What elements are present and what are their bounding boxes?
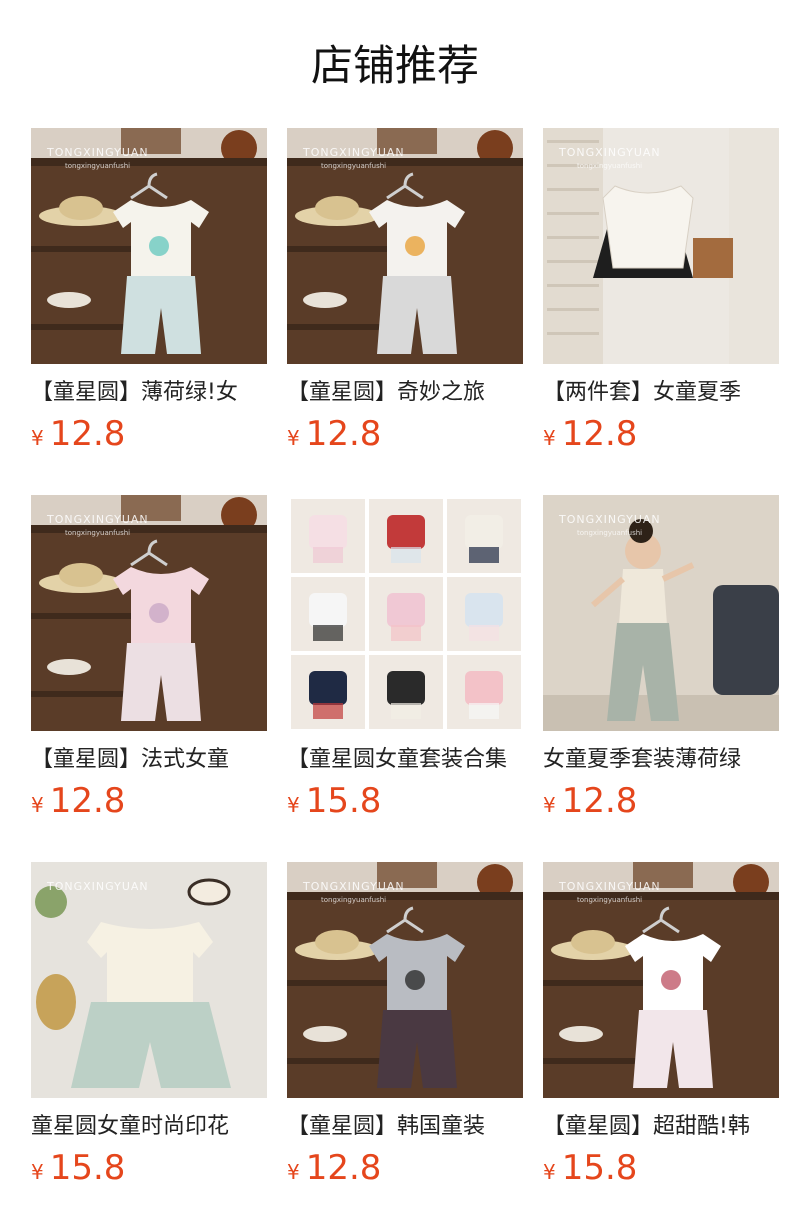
section-title: 店铺推荐	[310, 41, 479, 90]
watermark-text: TONGXINGYUAN	[558, 146, 661, 159]
product-name[interactable]: 【童星圆女童套装合集	[287, 745, 523, 775]
product-price: ¥12.8	[31, 781, 267, 821]
price-value: 12.8	[561, 781, 638, 821]
product-name[interactable]: 【童星圆】韩国童装	[287, 1112, 523, 1142]
price-value: 12.8	[49, 414, 126, 454]
watermark-text: TONGXINGYUAN	[558, 880, 661, 893]
product-photo: TONGXINGYUAN tongxingyuanfushi	[543, 862, 779, 1098]
product-image[interactable]: TONGXINGYUAN tongxingyuanfushi	[543, 128, 779, 364]
product-card[interactable]: 【童星圆女童套装合集 ¥15.8	[287, 495, 523, 821]
product-card[interactable]: TONGXINGYUAN tongxingyuanfushi 女童夏季套装薄荷绿 …	[543, 495, 779, 821]
product-photo: TONGXINGYUAN tongxingyuanfushi	[31, 495, 267, 731]
watermark-text: TONGXINGYUAN	[558, 513, 661, 526]
product-price: ¥12.8	[543, 414, 779, 454]
product-card[interactable]: TONGXINGYUAN tongxingyuanfushi 【童星圆】薄荷绿!女…	[31, 128, 267, 454]
product-name[interactable]: 女童夏季套装薄荷绿	[543, 745, 779, 775]
watermark-subtext: tongxingyuanfushi	[577, 529, 642, 537]
product-name[interactable]: 【两件套】女童夏季	[543, 378, 779, 408]
product-image[interactable]: TONGXINGYUAN	[31, 862, 267, 1098]
product-photo: TONGXINGYUAN tongxingyuanfushi	[287, 128, 523, 364]
product-price: ¥15.8	[287, 781, 523, 821]
product-card[interactable]: TONGXINGYUAN tongxingyuanfushi 【童星圆】超甜酷!韩…	[543, 862, 779, 1188]
product-card[interactable]: TONGXINGYUAN 童星圆女童时尚印花 ¥15.8	[31, 862, 267, 1188]
watermark-text: TONGXINGYUAN	[302, 146, 405, 159]
currency-symbol: ¥	[287, 426, 300, 450]
watermark-text: TONGXINGYUAN	[46, 146, 149, 159]
currency-symbol: ¥	[543, 793, 556, 817]
currency-symbol: ¥	[543, 426, 556, 450]
watermark-subtext: tongxingyuanfushi	[577, 162, 642, 170]
product-card[interactable]: TONGXINGYUAN tongxingyuanfushi 【童星圆】法式女童 …	[31, 495, 267, 821]
product-image[interactable]: TONGXINGYUAN tongxingyuanfushi	[287, 128, 523, 364]
product-photo: TONGXINGYUAN	[31, 862, 267, 1098]
product-photo: TONGXINGYUAN tongxingyuanfushi	[543, 128, 779, 364]
product-card[interactable]: TONGXINGYUAN tongxingyuanfushi 【两件套】女童夏季 …	[543, 128, 779, 454]
price-value: 15.8	[49, 1148, 126, 1188]
price-value: 15.8	[305, 781, 382, 821]
watermark-text: TONGXINGYUAN	[46, 513, 149, 526]
product-card[interactable]: TONGXINGYUAN tongxingyuanfushi 【童星圆】韩国童装 …	[287, 862, 523, 1188]
price-value: 15.8	[561, 1148, 638, 1188]
product-name[interactable]: 【童星圆】超甜酷!韩	[543, 1112, 779, 1142]
currency-symbol: ¥	[31, 1160, 44, 1184]
currency-symbol: ¥	[31, 793, 44, 817]
watermark-subtext: tongxingyuanfushi	[321, 162, 386, 170]
price-value: 12.8	[49, 781, 126, 821]
product-image[interactable]: TONGXINGYUAN tongxingyuanfushi	[543, 495, 779, 731]
product-price: ¥15.8	[543, 1148, 779, 1188]
product-name[interactable]: 童星圆女童时尚印花	[31, 1112, 267, 1142]
watermark-subtext: tongxingyuanfushi	[577, 896, 642, 904]
product-card[interactable]: TONGXINGYUAN tongxingyuanfushi 【童星圆】奇妙之旅 …	[287, 128, 523, 454]
product-name[interactable]: 【童星圆】法式女童	[31, 745, 267, 775]
watermark-text: TONGXINGYUAN	[302, 880, 405, 893]
watermark-text: TONGXINGYUAN	[46, 880, 149, 893]
product-image[interactable]: TONGXINGYUAN tongxingyuanfushi	[31, 128, 267, 364]
product-price: ¥12.8	[31, 414, 267, 454]
product-photo: TONGXINGYUAN tongxingyuanfushi	[31, 128, 267, 364]
watermark-subtext: tongxingyuanfushi	[321, 896, 386, 904]
product-image[interactable]: TONGXINGYUAN tongxingyuanfushi	[543, 862, 779, 1098]
product-image[interactable]: TONGXINGYUAN tongxingyuanfushi	[287, 862, 523, 1098]
product-photo: TONGXINGYUAN tongxingyuanfushi	[287, 862, 523, 1098]
product-image[interactable]: TONGXINGYUAN tongxingyuanfushi	[31, 495, 267, 731]
watermark-subtext: tongxingyuanfushi	[65, 162, 130, 170]
product-name[interactable]: 【童星圆】奇妙之旅	[287, 378, 523, 408]
price-value: 12.8	[305, 414, 382, 454]
price-value: 12.8	[561, 414, 638, 454]
product-photo: TONGXINGYUAN tongxingyuanfushi	[543, 495, 779, 731]
product-image[interactable]	[287, 495, 523, 731]
product-price: ¥12.8	[543, 781, 779, 821]
product-name[interactable]: 【童星圆】薄荷绿!女	[31, 378, 267, 408]
product-price: ¥12.8	[287, 1148, 523, 1188]
product-price: ¥15.8	[31, 1148, 267, 1188]
price-value: 12.8	[305, 1148, 382, 1188]
currency-symbol: ¥	[31, 426, 44, 450]
currency-symbol: ¥	[287, 1160, 300, 1184]
currency-symbol: ¥	[543, 1160, 556, 1184]
watermark-subtext: tongxingyuanfushi	[65, 529, 130, 537]
product-price: ¥12.8	[287, 414, 523, 454]
product-photo	[287, 495, 523, 731]
currency-symbol: ¥	[287, 793, 300, 817]
